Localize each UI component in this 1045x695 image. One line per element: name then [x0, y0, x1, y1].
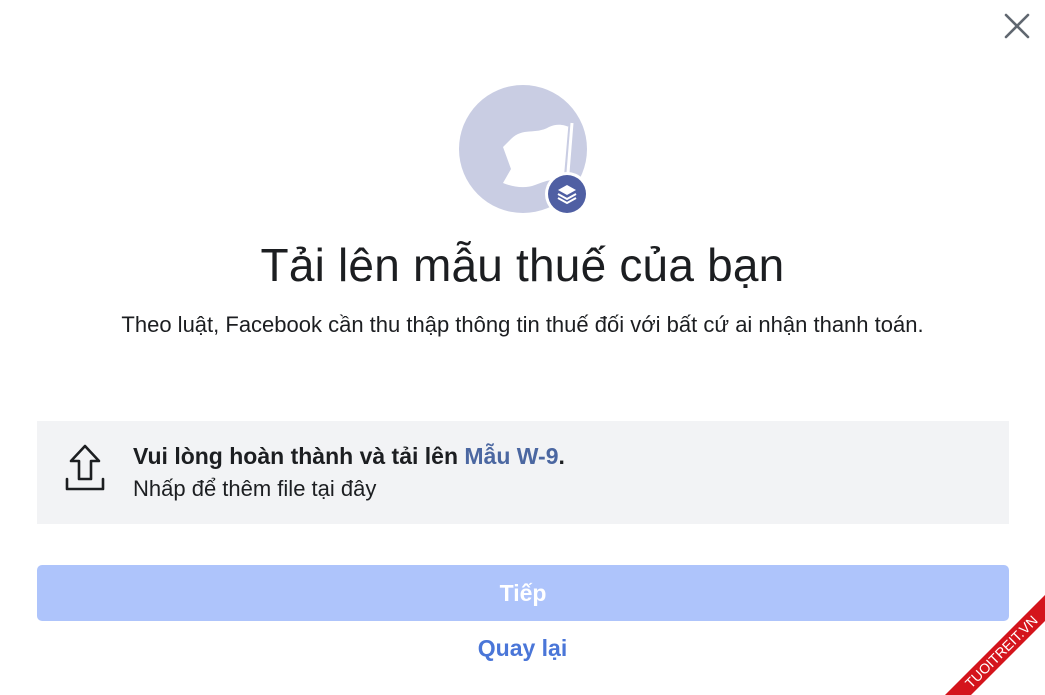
upload-prompt-text: Vui lòng hoàn thành và tải lên: [133, 443, 465, 469]
upload-prompt-suffix: .: [558, 443, 565, 469]
watermark: TUOITREIT.VN: [945, 595, 1045, 695]
tax-form-dialog: Tải lên mẫu thuế của bạn Theo luật, Face…: [0, 0, 1045, 695]
badge-circle: [548, 175, 586, 213]
next-button[interactable]: Tiếp: [37, 565, 1009, 621]
page-title: Tải lên mẫu thuế của bạn: [260, 239, 785, 291]
upload-prompt: Vui lòng hoàn thành và tải lên Mẫu W-9.: [133, 443, 565, 470]
upload-hint: Nhấp để thêm file tại đây: [133, 476, 377, 501]
page-subtitle: Theo luật, Facebook cần thu thập thông t…: [121, 312, 924, 337]
badge: [545, 172, 589, 216]
w9-form-link[interactable]: Mẫu W-9: [464, 443, 558, 469]
close-icon: [1004, 13, 1030, 39]
close-button[interactable]: [999, 8, 1035, 44]
watermark-ribbon: TUOITREIT.VN: [945, 595, 1045, 695]
back-button[interactable]: Quay lại: [0, 635, 1045, 662]
stack-layers-icon: [557, 185, 577, 204]
watermark-text: TUOITREIT.VN: [962, 612, 1041, 691]
upload-icon: [65, 444, 105, 491]
upload-file-area[interactable]: Vui lòng hoàn thành và tải lên Mẫu W-9. …: [37, 421, 1009, 524]
